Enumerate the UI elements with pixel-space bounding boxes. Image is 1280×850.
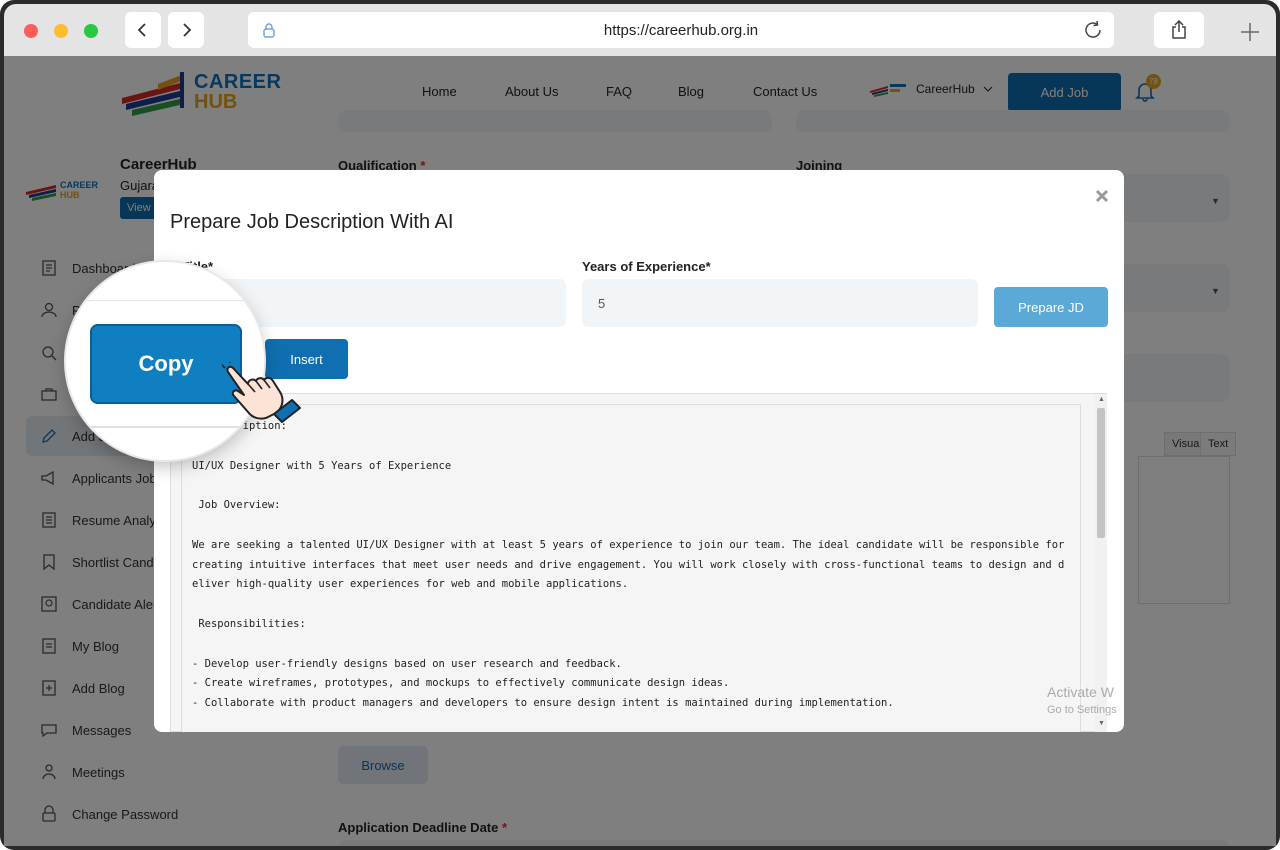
new-tab-button[interactable] bbox=[1220, 8, 1280, 56]
description-line bbox=[192, 635, 1070, 655]
modal-title: Prepare Job Description With AI bbox=[170, 211, 454, 233]
description-line: UI/UX Designer with 5 Years of Experienc… bbox=[192, 459, 452, 472]
scroll-up-icon[interactable]: ▲ bbox=[1098, 396, 1105, 403]
ai-jd-modal: Prepare Job Description With AI b Title*… bbox=[154, 170, 1124, 732]
copy-button[interactable]: Copy bbox=[90, 324, 242, 404]
lock-icon bbox=[263, 23, 275, 38]
back-button[interactable] bbox=[125, 12, 161, 48]
description-line: We are seeking a talented UI/UX Designer… bbox=[192, 538, 1071, 591]
experience-label: Years of Experience* bbox=[582, 259, 711, 274]
browser-toolbar: https://careerhub.org.in bbox=[4, 4, 1276, 56]
address-bar[interactable]: https://careerhub.org.in bbox=[248, 12, 1114, 48]
plus-icon bbox=[1241, 23, 1259, 41]
description-line bbox=[192, 516, 1070, 536]
minimize-window-button[interactable] bbox=[54, 24, 68, 38]
chevron-right-icon bbox=[183, 23, 192, 37]
description-line: - Create wireframes, prototypes, and moc… bbox=[192, 677, 730, 690]
description-line bbox=[192, 476, 1070, 496]
browser-window: https://careerhub.org.in CAREER bbox=[0, 0, 1280, 850]
share-icon bbox=[1172, 20, 1186, 39]
description-line: Job Overview: bbox=[192, 499, 281, 512]
share-button[interactable] bbox=[1154, 12, 1204, 48]
reload-icon[interactable] bbox=[1082, 19, 1104, 41]
url-text: https://careerhub.org.in bbox=[603, 21, 759, 39]
description-line bbox=[192, 595, 1070, 615]
description-line: Responsibilities: bbox=[192, 617, 306, 630]
chevron-left-icon bbox=[137, 23, 146, 37]
activate-watermark: Activate W bbox=[1047, 684, 1114, 700]
scroll-thumb[interactable] bbox=[1097, 408, 1105, 538]
activate-watermark-sub: Go to Settings bbox=[1047, 704, 1117, 716]
divider bbox=[66, 426, 264, 428]
experience-input[interactable]: 5 bbox=[582, 279, 978, 327]
zoom-callout: Copy bbox=[66, 262, 264, 460]
page-viewport: CAREER HUB Home About Us FAQ Blog Contac… bbox=[4, 56, 1276, 846]
prepare-jd-button[interactable]: Prepare JD bbox=[994, 287, 1108, 327]
description-line: - Collaborate with product managers and … bbox=[192, 697, 894, 710]
close-window-button[interactable] bbox=[24, 24, 38, 38]
close-icon[interactable] bbox=[1094, 188, 1110, 204]
divider bbox=[66, 300, 264, 301]
description-line: cription: bbox=[192, 417, 1070, 437]
description-output[interactable]: cription: UI/UX Designer with 5 Years of … bbox=[181, 404, 1081, 732]
maximize-window-button[interactable] bbox=[84, 24, 98, 38]
scroll-down-icon[interactable]: ▼ bbox=[1098, 720, 1105, 727]
forward-button[interactable] bbox=[168, 12, 204, 48]
textarea-scrollbar[interactable]: ▲ ▼ bbox=[1095, 394, 1107, 732]
description-line bbox=[192, 437, 1070, 457]
hand-pointer-icon bbox=[222, 362, 301, 423]
description-output-wrap: cription: UI/UX Designer with 5 Years of … bbox=[170, 393, 1107, 732]
description-line: - Develop user-friendly designs based on… bbox=[192, 657, 622, 670]
